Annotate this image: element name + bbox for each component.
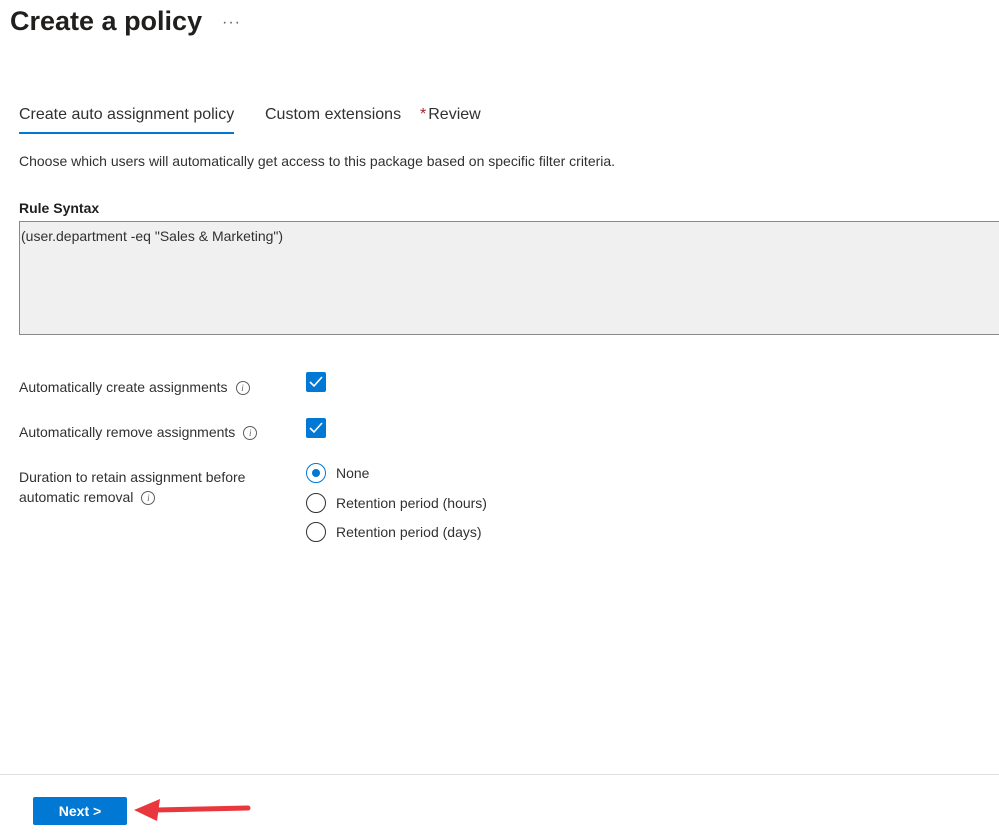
radio-button[interactable] <box>306 522 326 542</box>
checkmark-icon <box>309 422 323 434</box>
tab-custom-extensions[interactable]: Custom extensions <box>265 106 401 132</box>
radio-label: None <box>336 465 370 481</box>
rule-syntax-value: (user.department -eq "Sales & Marketing"… <box>21 228 284 244</box>
next-button[interactable]: Next > <box>33 797 127 825</box>
footer-divider <box>0 774 999 775</box>
info-icon[interactable]: i <box>243 426 258 441</box>
rule-syntax-label: Rule Syntax <box>19 200 100 216</box>
retention-label-line1: Duration to retain assignment before <box>19 469 246 485</box>
page-description: Choose which users will automatically ge… <box>19 153 616 169</box>
radio-button-selected[interactable] <box>306 463 326 483</box>
tab-label: Custom extensions <box>265 106 402 123</box>
auto-remove-checkbox[interactable] <box>306 418 326 438</box>
page-title: Create a policy <box>10 6 203 36</box>
radio-label: Retention period (hours) <box>336 495 487 511</box>
info-icon[interactable]: i <box>235 381 250 396</box>
auto-create-label: Automatically create assignments i <box>19 377 250 397</box>
red-arrow-annotation-icon <box>134 799 251 821</box>
tab-label: Create auto assignment policy <box>19 106 235 123</box>
rule-syntax-field[interactable]: (user.department -eq "Sales & Marketing"… <box>19 221 999 335</box>
auto-create-checkbox[interactable] <box>306 372 326 392</box>
checkmark-icon <box>309 376 323 388</box>
auto-remove-label-text: Automatically remove assignments <box>19 424 236 440</box>
radio-button[interactable] <box>306 493 326 513</box>
tab-review[interactable]: * Review <box>420 106 481 132</box>
radio-label: Retention period (days) <box>336 524 482 540</box>
retention-duration-label: Duration to retain assignment before aut… <box>19 467 245 507</box>
auto-create-label-text: Automatically create assignments <box>19 379 228 395</box>
required-marker: * <box>420 106 427 123</box>
tab-create-auto-assignment-policy[interactable]: Create auto assignment policy <box>19 106 235 134</box>
more-options-icon[interactable]: ··· <box>222 14 241 32</box>
retention-label-line2: automatic removal <box>19 489 134 505</box>
info-icon[interactable]: i <box>141 491 156 506</box>
tab-label: Review <box>428 106 481 123</box>
auto-remove-label: Automatically remove assignments i <box>19 422 258 442</box>
